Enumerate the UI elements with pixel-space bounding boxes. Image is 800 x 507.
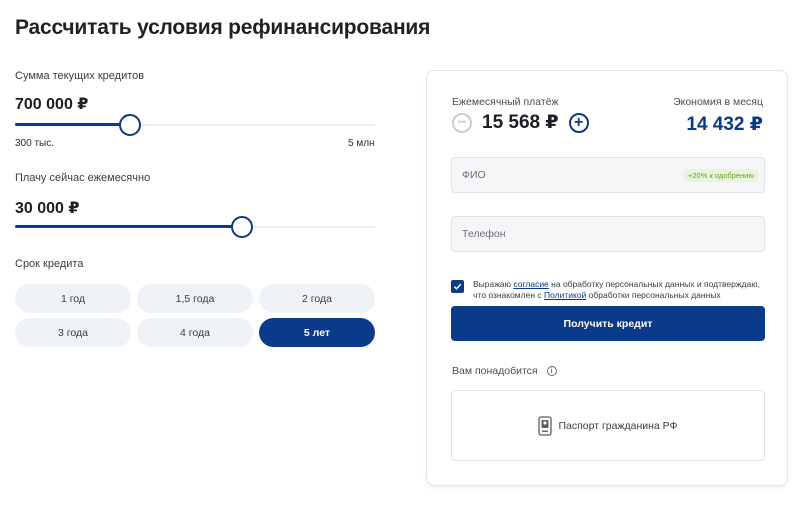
consent-link[interactable]: согласие — [513, 279, 548, 289]
payment-now-label: Плачу сейчас ежемесячно — [15, 172, 151, 184]
slider-fill — [15, 225, 242, 228]
page-title: Рассчитать условия рефинансирования — [15, 16, 431, 39]
economy-label: Экономия в месяц — [673, 96, 763, 108]
plus-circle-icon[interactable]: + — [568, 112, 589, 133]
slider-thumb[interactable] — [119, 114, 142, 136]
document-item: Паспорт гражданина РФ — [451, 390, 765, 461]
minus-circle-icon[interactable]: − — [452, 112, 472, 133]
amount-min-label: 300 тыс. — [15, 138, 55, 149]
documents-needed: Вам понадобится i — [452, 365, 557, 377]
consent-checkbox[interactable] — [451, 280, 464, 293]
monthly-payment-row: − 15 568 ₽ + — [452, 111, 589, 134]
fio-field: +20% к одобрению — [451, 157, 765, 193]
slider-fill — [15, 123, 131, 126]
slider-thumb[interactable] — [230, 216, 253, 238]
document-item-label: Паспорт гражданина РФ — [558, 419, 678, 432]
monthly-payment-value: 15 568 ₽ — [482, 112, 559, 133]
term-option-5y[interactable]: 5 лет — [259, 318, 375, 347]
term-option-3y[interactable]: 3 года — [15, 318, 131, 347]
term-options: 1 год 1,5 года 2 года 3 года 4 года 5 ле… — [15, 284, 376, 347]
term-option-1y[interactable]: 1 год — [15, 284, 131, 313]
consent-text-part1: Выражаю — [473, 279, 514, 289]
phone-input[interactable] — [452, 217, 764, 251]
amount-slider[interactable] — [15, 113, 375, 137]
application-card: Ежемесячный платёж Экономия в месяц − 15… — [426, 70, 788, 486]
checkmark-icon — [453, 283, 462, 290]
term-option-4y[interactable]: 4 года — [137, 318, 253, 347]
policy-link[interactable]: Политикой — [544, 290, 586, 300]
term-label: Срок кредита — [15, 258, 84, 270]
amount-label: Сумма текущих кредитов — [15, 70, 145, 82]
consent-text: Выражаю согласие на обработку персональн… — [473, 279, 773, 301]
phone-field — [451, 216, 765, 252]
amount-value: 700 000 ₽ — [15, 96, 89, 113]
get-credit-button[interactable]: Получить кредит — [451, 306, 765, 341]
economy-value: 14 432 ₽ — [686, 114, 763, 135]
documents-needed-label: Вам понадобится — [452, 365, 538, 377]
info-icon[interactable]: i — [546, 366, 557, 376]
consent-text-part3: обработки персональных данных — [586, 290, 721, 300]
payment-now-slider[interactable] — [15, 215, 375, 239]
amount-max-label: 5 млн — [348, 138, 375, 149]
term-option-1-5y[interactable]: 1,5 года — [137, 284, 253, 313]
term-option-2y[interactable]: 2 года — [259, 284, 375, 313]
approval-badge: +20% к одобрению — [684, 169, 758, 182]
monthly-payment-label: Ежемесячный платёж — [452, 96, 559, 108]
passport-icon — [538, 415, 553, 436]
